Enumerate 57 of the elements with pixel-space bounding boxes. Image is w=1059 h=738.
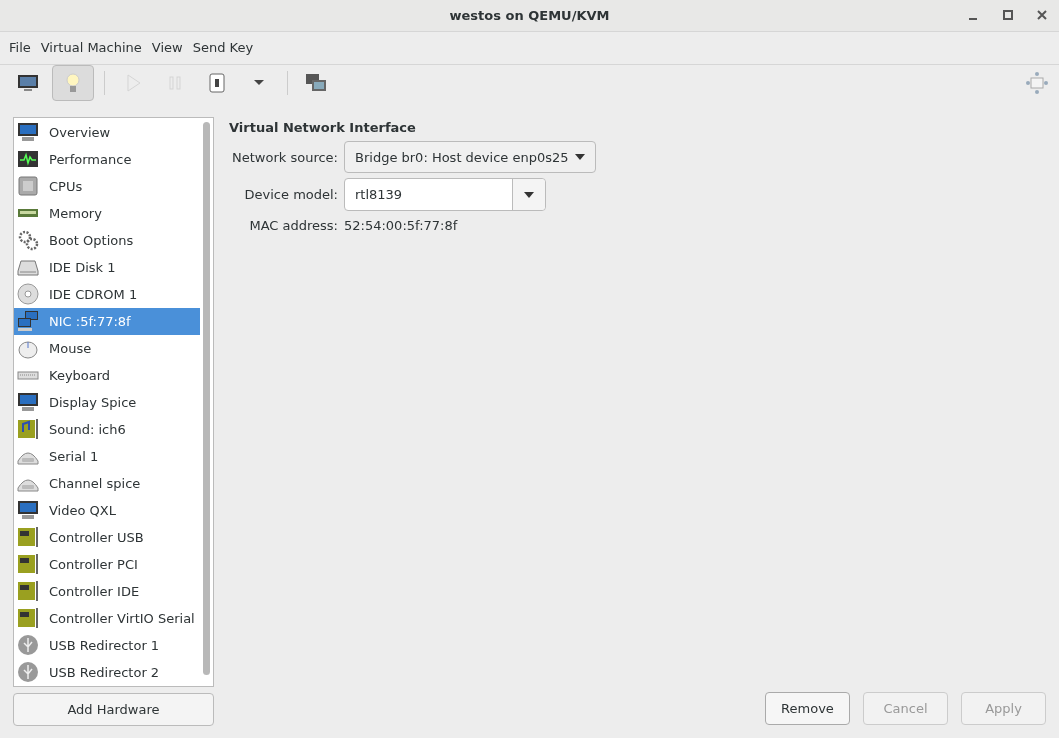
hardware-list-item[interactable]: Controller PCI: [14, 551, 200, 578]
menu-item[interactable]: View: [146, 32, 188, 64]
chip-icon: [17, 175, 39, 198]
network-source-dropdown[interactable]: Bridge br0: Host device enp0s25: [344, 141, 596, 174]
field-label: Device model:: [243, 186, 339, 205]
window-title: westos on QEMU/KVM: [449, 6, 610, 25]
field-label: MAC address:: [248, 217, 339, 236]
expansion-card-icon: [17, 607, 39, 630]
hardware-list-item[interactable]: Controller USB: [14, 524, 200, 551]
hardware-list-item[interactable]: Boot Options: [14, 227, 200, 254]
hardware-list-item[interactable]: Channel spice: [14, 470, 200, 497]
maximize-icon[interactable]: [1003, 10, 1013, 20]
hardware-list-item[interactable]: IDE CDROM 1: [14, 281, 200, 308]
hardware-list-item[interactable]: Overview: [14, 119, 200, 146]
hardware-list-item[interactable]: Performance: [14, 146, 200, 173]
screens-icon: [305, 71, 327, 94]
usb-icon: [17, 661, 39, 684]
hardware-list-item[interactable]: CPUs: [14, 173, 200, 200]
hardware-list-item[interactable]: Sound: ich6: [14, 416, 200, 443]
hardware-list-item[interactable]: Video QXL: [14, 497, 200, 524]
disc-icon: [17, 283, 39, 306]
expansion-card-icon: [17, 580, 39, 603]
usb-icon: [17, 634, 39, 657]
monitor-icon: [17, 391, 39, 414]
dialog-button[interactable]: Remove: [765, 692, 850, 725]
hardware-list-item[interactable]: Display Spice: [14, 389, 200, 416]
keyboard-icon: [17, 371, 39, 380]
expansion-card-icon: [17, 526, 39, 549]
hardware-list-item[interactable]: IDE Disk 1: [14, 254, 200, 281]
field-label: Network source:: [231, 148, 339, 167]
caret-icon: [254, 80, 264, 86]
menu-item[interactable]: Send Key: [187, 32, 259, 64]
device-model-combobox[interactable]: rtl8139: [344, 178, 546, 212]
close-icon[interactable]: [1037, 10, 1047, 20]
section-heading: Virtual Network Interface: [229, 119, 417, 137]
hardware-list-item[interactable]: Serial 1: [14, 443, 200, 470]
gears-icon: [17, 229, 39, 252]
add-hardware-button[interactable]: Add Hardware: [13, 693, 214, 726]
scrollbar-thumb[interactable]: [203, 122, 210, 675]
menu-item[interactable]: Virtual Machine: [35, 32, 147, 64]
caret-icon: [524, 192, 534, 198]
menu-item[interactable]: File: [4, 32, 36, 64]
mac-address-value: 52:54:00:5f:77:8f: [344, 217, 459, 236]
hardware-list-item[interactable]: Controller VirtIO Serial: [14, 605, 200, 632]
hardware-list-item[interactable]: Controller IDE: [14, 578, 200, 605]
hardware-list-item[interactable]: Keyboard: [14, 362, 200, 389]
hardware-list-item[interactable]: USB Redirector 2: [14, 659, 200, 686]
caret-icon: [574, 154, 585, 161]
sound-card-icon: [17, 418, 39, 441]
expansion-card-icon: [17, 553, 39, 576]
monitor-icon: [17, 499, 39, 522]
monitor-icon: [17, 121, 39, 144]
switch-icon: [206, 71, 228, 94]
network-icon: [17, 310, 39, 333]
hardware-list-item[interactable]: Memory: [14, 200, 200, 227]
hardware-list-item[interactable]: Mouse: [14, 335, 200, 362]
hardware-list-item[interactable]: USB Redirector 1: [14, 632, 200, 659]
